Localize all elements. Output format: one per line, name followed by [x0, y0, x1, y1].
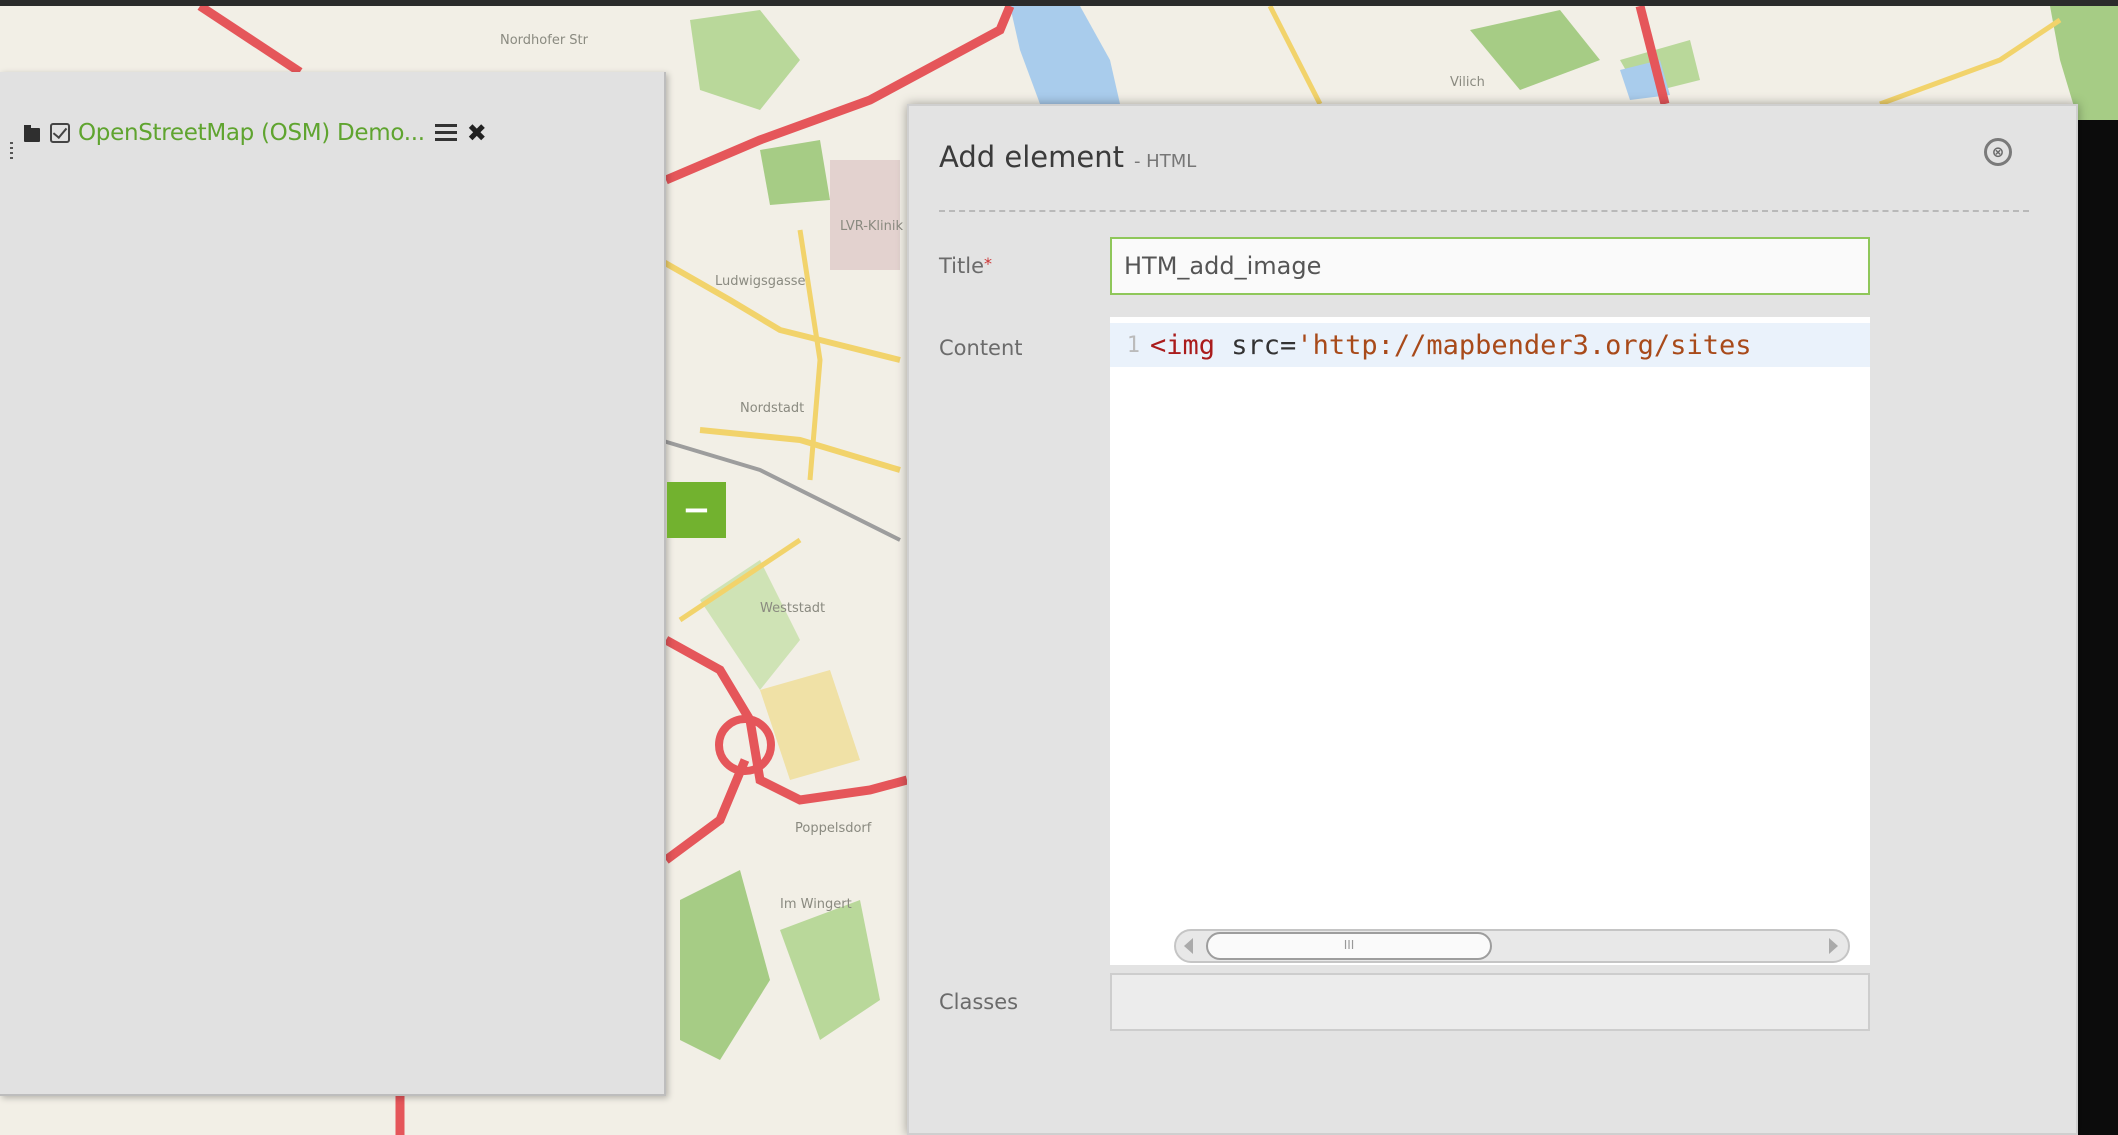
dialog-header: Add element - HTML	[939, 140, 1196, 174]
layer-tree-item[interactable]: OpenStreetMap (OSM) Demo... ✖	[22, 118, 487, 148]
scroll-left-icon[interactable]	[1184, 938, 1193, 954]
content-code-editor[interactable]: 1 <img src='http://mapbender3.org/sites …	[1110, 317, 1870, 965]
folder-icon[interactable]	[22, 122, 44, 144]
map-label: Ludwigsgasse	[715, 274, 806, 289]
right-edge-strip	[2078, 120, 2118, 1135]
code-line[interactable]: 1 <img src='http://mapbender3.org/sites	[1110, 323, 1870, 367]
close-dialog-icon[interactable]: ⊗	[1984, 138, 2012, 166]
map-label: Vilich	[1450, 75, 1485, 90]
menu-icon[interactable]	[434, 124, 457, 142]
code-tag: <img	[1150, 329, 1216, 361]
layer-visibility-checkbox[interactable]	[50, 123, 70, 143]
map-label: Nordstadt	[740, 401, 804, 416]
map-park	[760, 140, 830, 205]
top-bar	[0, 0, 2118, 6]
map-label: LVR-Klinik	[840, 219, 904, 234]
dialog-subtitle: - HTML	[1133, 151, 1197, 172]
layer-title[interactable]: OpenStreetMap (OSM) Demo...	[78, 120, 425, 146]
title-label: Title*	[939, 254, 993, 278]
horizontal-scrollbar[interactable]: III	[1174, 929, 1850, 963]
map-label: Nordhofer Str	[500, 33, 589, 48]
map-label: Poppelsdorf	[795, 821, 872, 836]
content-label: Content	[939, 336, 1023, 360]
title-input[interactable]	[1110, 237, 1870, 295]
add-element-dialog: Add element - HTML ⊗ Title* Content 1 <i…	[907, 104, 2078, 1135]
code-string: 'http://mapbender3.org/sites	[1296, 329, 1752, 361]
close-icon[interactable]: ✖	[467, 121, 487, 145]
line-number: 1	[1126, 332, 1140, 358]
map-building-block	[830, 160, 900, 270]
map-label: Im Wingert	[780, 897, 852, 912]
code-text[interactable]: <img src='http://mapbender3.org/sites	[1150, 330, 1751, 361]
map-label: Weststadt	[760, 601, 825, 616]
code-attr: src=	[1215, 329, 1297, 361]
dialog-separator	[939, 210, 2029, 212]
scroll-right-icon[interactable]	[1829, 938, 1838, 954]
drag-handle-icon[interactable]	[10, 142, 13, 160]
classes-input[interactable]	[1110, 973, 1870, 1031]
zoom-out-button[interactable]: −	[667, 482, 726, 538]
scrollbar-thumb[interactable]: III	[1206, 932, 1492, 960]
dialog-title: Add element	[939, 140, 1124, 174]
layer-tree-panel: OpenStreetMap (OSM) Demo... ✖	[0, 72, 666, 1096]
classes-label: Classes	[939, 990, 1019, 1014]
